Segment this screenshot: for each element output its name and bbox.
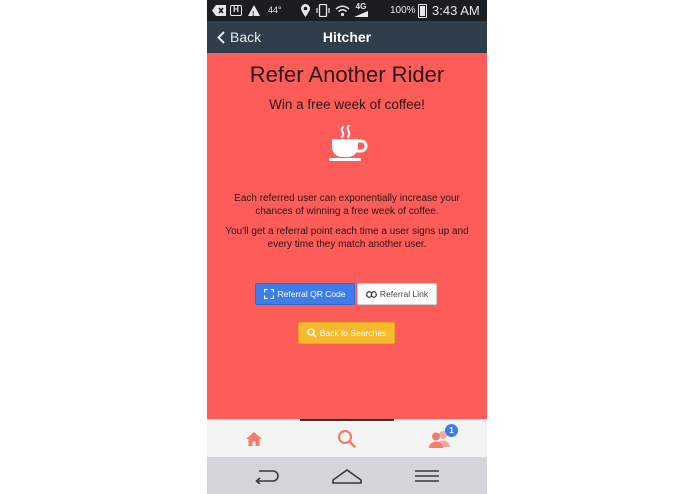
users-notification-badge: 1 [445,424,458,437]
referral-link-button[interactable]: Referral Link [357,283,437,305]
search-icon [307,328,317,338]
referral-description: Each referred user can exponentially inc… [234,193,460,217]
referral-points-description: You'll get a referral point each time a … [225,226,469,250]
tab-home[interactable] [207,420,300,457]
wifi-icon [335,3,350,18]
battery-percent: 100% [390,5,416,16]
location-icon [301,3,310,18]
back-button[interactable]: Back [217,21,261,53]
return-arrow-icon [255,470,279,484]
chevron-left-icon [217,30,225,44]
back-to-searches-label: Back to Searches [319,328,387,338]
bottom-tab-bar: 1 [207,419,487,457]
warning-icon: ! [248,3,260,18]
home-icon [245,431,262,446]
home-outline-icon [332,469,362,484]
battery-icon [418,3,427,18]
referral-qr-code-button[interactable]: Referral QR Code [255,283,355,305]
status-bar: H ! 44° 4G 100% 3:43 AM [207,0,487,21]
system-back-button[interactable] [247,463,287,489]
qr-scan-icon [264,289,275,299]
tab-users[interactable]: 1 [393,420,486,457]
system-navigation-bar [207,457,487,494]
referral-qr-code-label: Referral QR Code [277,289,346,299]
temperature: 44° [268,5,282,15]
coffee-cup-icon [329,125,368,161]
back-arrow-notification-icon [212,3,226,18]
search-icon [337,429,356,448]
network-type: 4G [354,3,368,18]
system-home-button[interactable] [327,463,367,489]
referral-link-label: Referral Link [379,289,429,299]
app-notification-icon: H [230,3,242,18]
network-label: 4G [355,2,367,11]
referral-panel: Refer Another Rider Win a free week of c… [207,53,487,419]
system-menu-button[interactable] [407,463,447,489]
tab-search[interactable] [300,420,393,457]
app-bar: Hitcher Back [207,21,487,53]
back-to-searches-button[interactable]: Back to Searches [298,322,395,344]
vibrate-icon [316,3,330,18]
menu-icon [415,470,439,482]
clock: 3:43 AM [432,3,480,18]
page-title: Refer Another Rider [249,62,445,87]
back-label: Back [230,29,262,45]
page-subtitle: Win a free week of coffee! [269,97,425,112]
link-icon [365,290,377,298]
phone-screen: H ! 44° 4G 100% 3:43 AM Hitcher Back Ref… [207,0,487,494]
